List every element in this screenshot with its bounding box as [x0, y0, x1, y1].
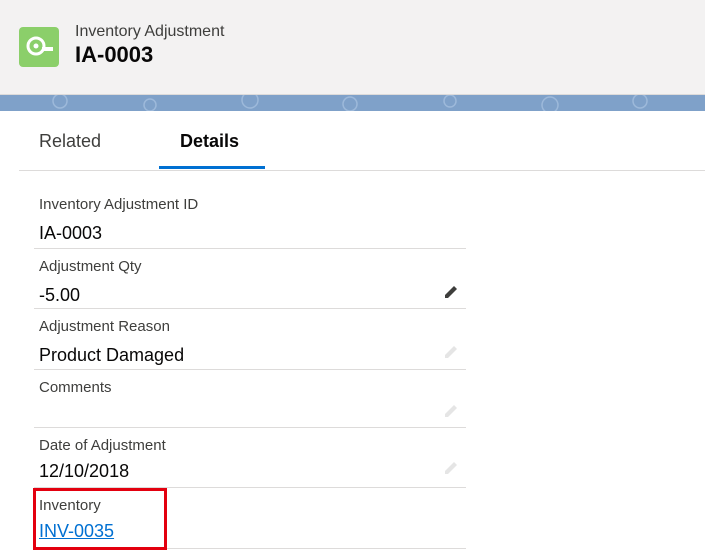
annotation-highlight-box	[33, 488, 167, 550]
tab-details[interactable]: Details	[180, 131, 239, 152]
edit-pencil-icon[interactable]	[442, 343, 460, 361]
field-value: 12/10/2018	[39, 461, 130, 481]
field-label: Comments	[39, 379, 112, 396]
record-title: IA-0003	[75, 42, 154, 67]
record-header: Inventory Adjustment IA-0003	[0, 0, 705, 95]
tab-related[interactable]: Related	[39, 131, 101, 152]
tab-bar: Related Details	[19, 111, 705, 171]
field-value: -5.00	[39, 285, 81, 305]
field-comments: Comments	[34, 370, 466, 428]
edit-pencil-icon[interactable]	[442, 459, 460, 477]
edit-pencil-icon[interactable]	[442, 283, 460, 301]
field-label: Inventory Adjustment ID	[39, 196, 199, 213]
field-inventory-adjustment-id: Inventory Adjustment ID IA-0003	[34, 187, 466, 249]
edit-pencil-icon[interactable]	[442, 402, 460, 420]
decorative-banner	[0, 91, 705, 114]
field-label: Adjustment Reason	[39, 318, 170, 335]
field-date-of-adjustment: Date of Adjustment 12/10/2018	[34, 428, 466, 488]
tape-measure-icon	[19, 27, 59, 67]
field-value: Product Damaged	[39, 345, 185, 365]
field-label: Date of Adjustment	[39, 437, 166, 454]
field-adjustment-qty: Adjustment Qty -5.00	[34, 249, 466, 309]
active-tab-indicator	[159, 166, 265, 169]
field-value: IA-0003	[39, 223, 103, 243]
object-type-label: Inventory Adjustment	[75, 23, 225, 40]
field-adjustment-reason: Adjustment Reason Product Damaged	[34, 309, 466, 370]
field-label: Adjustment Qty	[39, 258, 142, 275]
